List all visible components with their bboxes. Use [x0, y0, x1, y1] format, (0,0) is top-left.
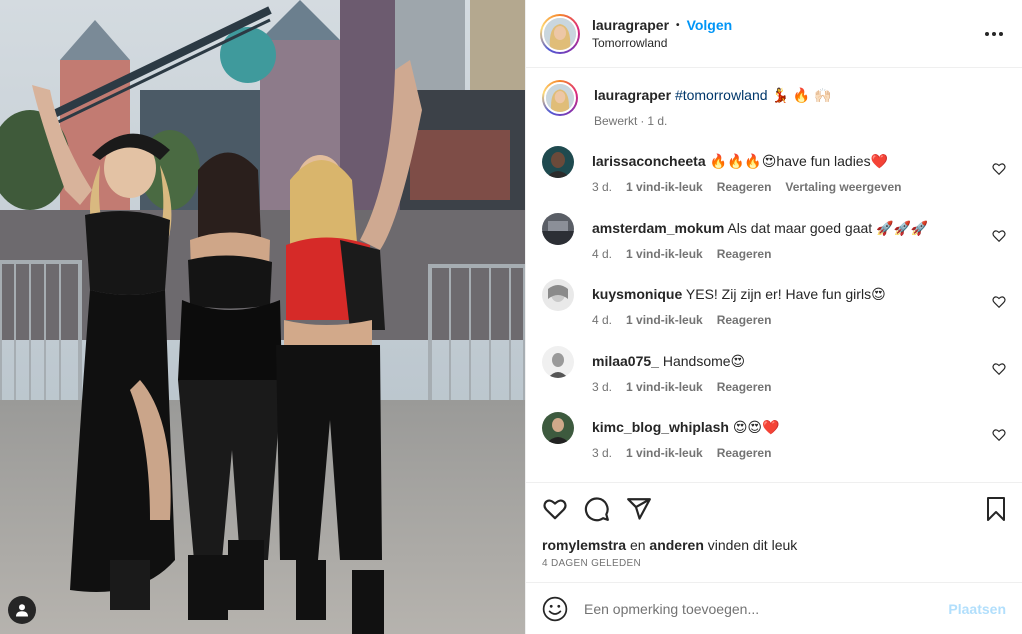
post-header: lauragraper • Volgen Tomorrowland [526, 0, 1022, 68]
post-comment-button[interactable]: Plaatsen [948, 601, 1006, 617]
reply-button[interactable]: Reageren [717, 380, 772, 394]
festival-photo-image [0, 0, 525, 634]
smiley-icon[interactable] [542, 596, 568, 622]
comment-username[interactable]: kimc_blog_whiplash [592, 419, 729, 435]
commenter-avatar[interactable] [542, 212, 574, 245]
more-options-button[interactable] [984, 26, 1004, 37]
tagged-users-button[interactable] [8, 596, 36, 624]
caption-avatar[interactable] [542, 80, 578, 116]
header-separator: • [676, 19, 680, 31]
likes-joiner: en [629, 537, 646, 553]
comment-text: Als dat maar goed gaat 🚀🚀🚀 [727, 219, 929, 236]
add-comment-bar: Plaatsen [526, 582, 1022, 634]
comment-username[interactable]: larissaconcheeta [592, 153, 706, 169]
author-avatar[interactable] [540, 13, 580, 54]
post-photo[interactable] [0, 0, 525, 634]
commenter-avatar-image [542, 345, 574, 378]
commenter-avatar-image [542, 412, 574, 444]
location-link[interactable]: Tomorrowland [592, 36, 732, 50]
comment-item: larissaconcheeta 🔥🔥🔥😍have fun ladies❤️ 3… [542, 146, 1006, 196]
commenter-avatar[interactable] [542, 412, 574, 444]
caption-hashtag[interactable]: #tomorrowland [675, 87, 768, 103]
comment-likes[interactable]: 1 vind-ik-leuk [626, 313, 703, 327]
comment-time[interactable]: 3 d. [592, 180, 612, 194]
reply-button[interactable]: Reageren [717, 446, 772, 460]
commenter-avatar[interactable] [542, 279, 574, 311]
comment-item: milaa075_ Handsome😍 3 d. 1 vind-ik-leuk … [542, 345, 1006, 396]
post-actions: romylemstra en anderen vinden dit leuk 4… [526, 482, 1022, 582]
reply-button[interactable]: Reageren [717, 313, 772, 327]
bookmark-icon[interactable] [984, 496, 1008, 522]
follow-button[interactable]: Volgen [687, 17, 733, 33]
comment-likes[interactable]: 1 vind-ik-leuk [626, 180, 703, 194]
caption: lauragraper #tomorrowland 💃 🔥 🙌🏻 Bewerkt… [542, 80, 1006, 130]
posted-ago[interactable]: 4 DAGEN GELEDEN [542, 558, 1006, 569]
heart-icon[interactable] [542, 496, 568, 522]
comment-like-heart-icon[interactable] [992, 428, 1006, 442]
commenter-avatar[interactable] [542, 146, 574, 178]
comment-username[interactable]: milaa075_ [592, 353, 659, 369]
author-username[interactable]: lauragraper [592, 17, 669, 33]
post-dialog: lauragraper • Volgen Tomorrowland laurag… [0, 0, 1022, 634]
reply-button[interactable]: Reageren [717, 247, 772, 261]
comment-username[interactable]: kuysmonique [592, 286, 682, 302]
comment-text: Handsome😍 [662, 352, 746, 369]
user-icon [16, 604, 28, 617]
comment-likes[interactable]: 1 vind-ik-leuk [626, 380, 703, 394]
comment-like-heart-icon[interactable] [992, 362, 1006, 376]
comment-item: kimc_blog_whiplash 😍😍❤️ 3 d. 1 vind-ik-l… [542, 412, 1006, 462]
commenter-avatar-image [542, 279, 574, 311]
caption-edited: Bewerkt [594, 114, 638, 128]
comments-list[interactable]: lauragraper #tomorrowland 💃 🔥 🙌🏻 Bewerkt… [526, 68, 1022, 482]
caption-time[interactable]: 1 d. [647, 114, 667, 128]
comment-time[interactable]: 3 d. [592, 380, 612, 394]
comment-time[interactable]: 4 d. [592, 247, 612, 261]
comment-text: YES! Zij zijn er! Have fun girls😍 [685, 286, 886, 302]
commenter-avatar-image [542, 146, 574, 178]
post-side-panel: lauragraper • Volgen Tomorrowland laurag… [525, 0, 1022, 634]
comment-item: amsterdam_mokum Als dat maar goed gaat 🚀… [542, 212, 1006, 263]
comment-username[interactable]: amsterdam_mokum [592, 220, 724, 236]
reply-button[interactable]: Reageren [717, 180, 772, 194]
translate-button[interactable]: Vertaling weergeven [785, 180, 901, 194]
comment-input[interactable] [584, 600, 949, 617]
author-avatar-image [544, 17, 576, 50]
more-horizontal-icon [985, 32, 1003, 36]
caption-avatar-image [546, 84, 574, 112]
comment-text: 😍😍❤️ [732, 419, 780, 435]
comment-icon[interactable] [584, 496, 610, 522]
comment-likes[interactable]: 1 vind-ik-leuk [626, 446, 703, 460]
comment-likes[interactable]: 1 vind-ik-leuk [626, 247, 703, 261]
likes-summary: romylemstra en anderen vinden dit leuk [542, 537, 1006, 553]
commenter-avatar[interactable] [542, 345, 574, 378]
send-icon[interactable] [626, 496, 652, 522]
comment-like-heart-icon[interactable] [992, 229, 1006, 243]
comment-item: kuysmonique YES! Zij zijn er! Have fun g… [542, 279, 1006, 329]
likes-others[interactable]: anderen [649, 537, 703, 553]
likes-user[interactable]: romylemstra [542, 537, 626, 553]
comment-text: 🔥🔥🔥😍have fun ladies❤️ [709, 153, 889, 169]
comment-time[interactable]: 4 d. [592, 313, 612, 327]
comment-time[interactable]: 3 d. [592, 446, 612, 460]
caption-emojis: 💃 🔥 🙌🏻 [771, 87, 832, 103]
caption-username[interactable]: lauragraper [594, 87, 671, 103]
comment-like-heart-icon[interactable] [992, 162, 1006, 176]
comment-like-heart-icon[interactable] [992, 295, 1006, 309]
likes-suffix: vinden dit leuk [707, 537, 798, 553]
commenter-avatar-image [542, 212, 574, 245]
